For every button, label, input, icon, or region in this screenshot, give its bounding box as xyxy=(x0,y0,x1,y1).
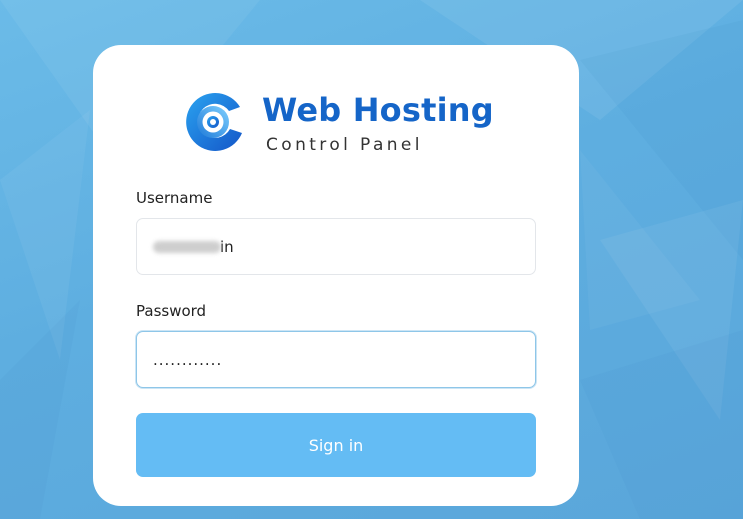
brand-logo: Web Hosting Control Panel xyxy=(180,89,500,159)
password-input[interactable] xyxy=(136,331,536,388)
username-label: Username xyxy=(136,189,213,207)
password-label: Password xyxy=(136,302,207,320)
brand-title: Web Hosting xyxy=(262,91,494,129)
redacted-username-blur xyxy=(153,241,221,253)
brand-subtitle: Control Panel xyxy=(266,135,423,155)
sign-in-button[interactable]: Sign in xyxy=(136,413,536,477)
login-card: Web Hosting Control Panel Username Passw… xyxy=(93,45,579,506)
c-ring-logo-icon xyxy=(186,92,242,151)
